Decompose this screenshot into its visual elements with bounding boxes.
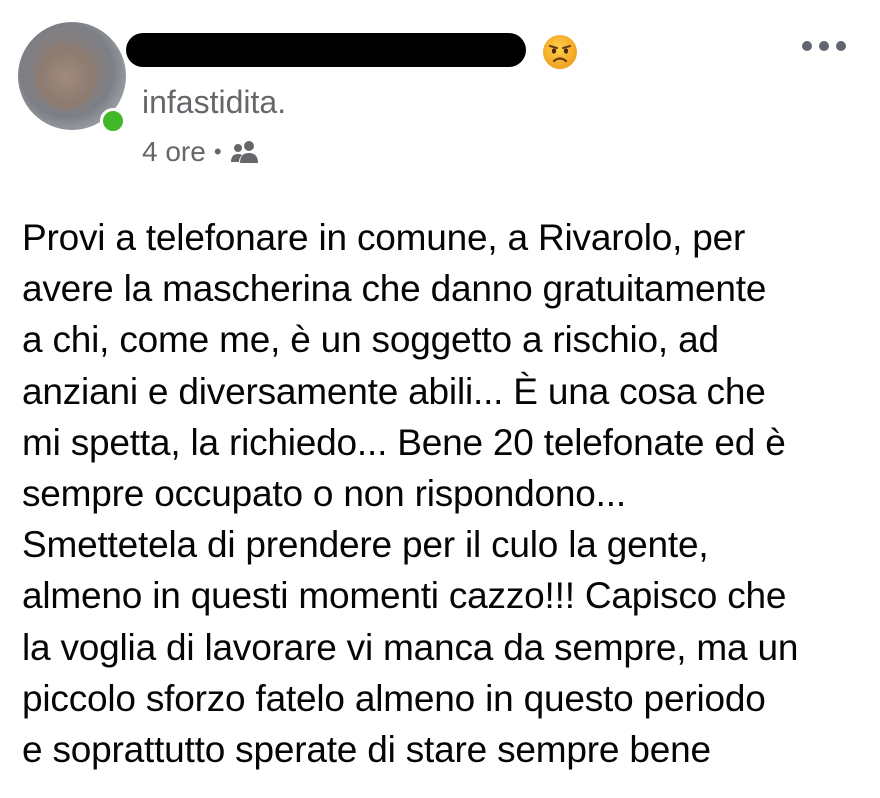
meta-separator: • bbox=[213, 139, 222, 164]
dot bbox=[819, 41, 829, 51]
friends-icon[interactable] bbox=[230, 139, 260, 165]
post-timestamp[interactable]: 4 ore bbox=[142, 136, 206, 168]
avatar-blurred-face bbox=[36, 44, 96, 110]
dot bbox=[802, 41, 812, 51]
online-status-indicator bbox=[100, 108, 126, 134]
more-options-icon[interactable] bbox=[802, 34, 846, 58]
feeling-text: infastidita. bbox=[142, 84, 287, 120]
author-name-redacted[interactable] bbox=[126, 33, 526, 67]
post-body: Provi a telefonare in comune, a Rivarolo… bbox=[22, 217, 799, 771]
post-meta: 4 ore • bbox=[142, 135, 260, 169]
dot bbox=[836, 41, 846, 51]
annoyed-face-emoji bbox=[543, 35, 577, 69]
